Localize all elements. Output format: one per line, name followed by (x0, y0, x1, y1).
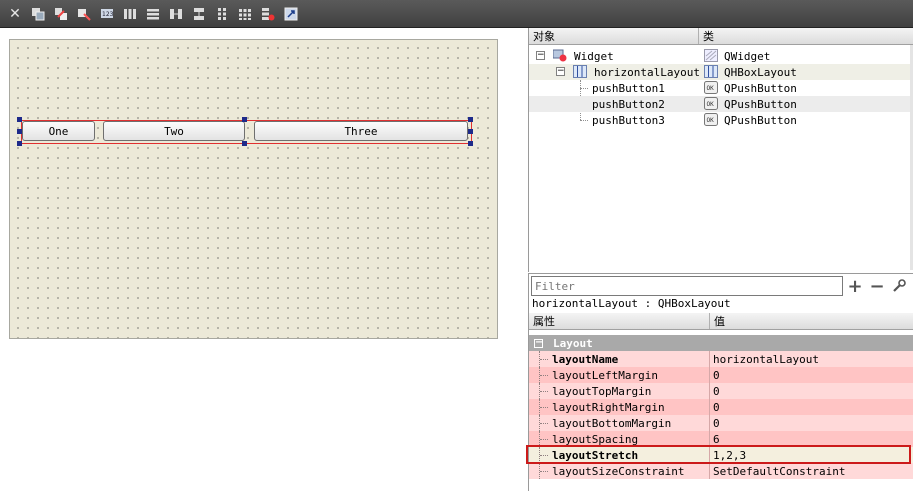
tree-item-widget[interactable]: − Widget QWidget (529, 48, 913, 64)
layout-vertical-icon[interactable] (142, 3, 164, 25)
push-button-one-label: One (48, 124, 69, 138)
tree-item-name: Widget (574, 49, 614, 63)
remove-dynamic-property-icon[interactable]: − (867, 276, 887, 297)
push-button-two-label: Two (164, 124, 184, 138)
property-editor-header: 属性 值 (529, 313, 913, 330)
adjust-size-icon[interactable] (280, 3, 302, 25)
property-name: layoutLeftMargin (529, 367, 710, 383)
push-button-two[interactable]: Two (103, 121, 245, 141)
pushbutton-icon: OK (704, 81, 718, 94)
pushbutton-icon: OK (704, 97, 718, 110)
selection-handle[interactable] (242, 117, 247, 122)
close-icon[interactable]: ✕ (4, 3, 26, 25)
tree-item-pushbutton1[interactable]: pushButton1 OK QPushButton (529, 80, 913, 96)
edit-buddies-icon[interactable] (73, 3, 95, 25)
property-value[interactable]: 0 (711, 367, 720, 383)
property-name: layoutBottomMargin (529, 415, 710, 431)
selection-handle[interactable] (468, 129, 473, 134)
widget-icon (553, 49, 567, 62)
edit-signals-slots-icon[interactable] (50, 3, 72, 25)
column-object[interactable]: 对象 (529, 28, 699, 44)
tree-item-class: QPushButton (724, 113, 797, 127)
add-dynamic-property-icon[interactable]: + (845, 276, 865, 297)
filter-input[interactable] (531, 276, 843, 296)
property-name: layoutRightMargin (529, 399, 710, 415)
break-layout-icon[interactable] (257, 3, 279, 25)
selection-handle[interactable] (17, 117, 22, 122)
column-value[interactable]: 值 (710, 313, 913, 329)
push-button-three[interactable]: Three (254, 121, 468, 141)
layout-horizontal-splitter-icon[interactable] (165, 3, 187, 25)
qwidget-icon (704, 49, 718, 62)
layout-form-icon[interactable] (211, 3, 233, 25)
property-name: layoutName (529, 351, 710, 367)
property-group-label: Layout (553, 336, 593, 350)
property-row-layoutleftmargin[interactable]: layoutLeftMargin 0 (529, 367, 913, 383)
pushbutton-icon: OK (704, 113, 718, 126)
svg-text:OK: OK (707, 117, 715, 124)
selection-handle[interactable] (242, 141, 247, 146)
property-name: layoutSizeConstraint (529, 463, 710, 479)
configure-wrench-icon[interactable] (889, 276, 909, 296)
property-row-layoutrightmargin[interactable]: layoutRightMargin 0 (529, 399, 913, 415)
tree-item-horizontallayout[interactable]: − horizontalLayout QHBoxLayout (529, 64, 913, 80)
push-button-one[interactable]: One (22, 121, 95, 141)
object-inspector-header: 对象 类 (529, 28, 913, 45)
property-value[interactable]: 0 (711, 415, 720, 431)
collapse-icon[interactable]: − (534, 337, 543, 348)
tree-item-name: pushButton1 (592, 81, 665, 95)
selection-handle[interactable] (17, 141, 22, 146)
tree-item-pushbutton3[interactable]: pushButton3 OK QPushButton (529, 112, 913, 128)
collapse-icon[interactable]: − (556, 67, 565, 76)
hbox-layout-icon (573, 65, 587, 78)
edit-tab-order-icon[interactable]: 123 (96, 3, 118, 25)
property-value[interactable]: horizontalLayout (711, 351, 819, 367)
selection-handle[interactable] (17, 129, 22, 134)
collapse-icon[interactable]: − (536, 51, 545, 60)
column-property[interactable]: 属性 (529, 313, 710, 329)
property-row-layouttopmargin[interactable]: layoutTopMargin 0 (529, 383, 913, 399)
svg-text:OK: OK (707, 101, 715, 108)
selection-handle[interactable] (468, 141, 473, 146)
property-value[interactable]: 0 (711, 399, 720, 415)
property-value[interactable]: 0 (711, 383, 720, 399)
column-class[interactable]: 类 (699, 28, 913, 44)
tree-item-pushbutton2[interactable]: pushButton2 OK QPushButton (529, 96, 913, 112)
selection-handle[interactable] (468, 117, 473, 122)
property-filter-bar: + − (528, 273, 913, 297)
edit-widgets-icon[interactable] (27, 3, 49, 25)
layout-vertical-splitter-icon[interactable] (188, 3, 210, 25)
svg-text:OK: OK (707, 85, 715, 92)
object-inspector: 对象 类 − Widget QWidget − horizontalLayout… (528, 28, 913, 272)
tree-item-class: QHBoxLayout (724, 65, 797, 79)
property-editor-title: horizontalLayout : QHBoxLayout (528, 297, 913, 313)
tree-item-class: QWidget (724, 49, 771, 63)
property-row-layoutbottommargin[interactable]: layoutBottomMargin 0 (529, 415, 913, 431)
tree-item-name: horizontalLayout (594, 65, 700, 79)
property-group-layout[interactable]: − Layout (529, 335, 913, 351)
push-button-three-label: Three (344, 124, 378, 138)
tree-item-class: QPushButton (724, 81, 797, 95)
property-value[interactable]: SetDefaultConstraint (711, 463, 845, 479)
svg-text:123: 123 (102, 11, 114, 18)
annotation-highlight-box (526, 445, 911, 464)
property-editor: 属性 值 − Layout layoutName horizontalLayou… (528, 313, 913, 491)
tree-item-name: pushButton3 (592, 113, 665, 127)
layout-horizontal-icon[interactable] (119, 3, 141, 25)
layout-grid-icon[interactable] (234, 3, 256, 25)
property-name: layoutTopMargin (529, 383, 710, 399)
property-row-layoutsizeconstraint[interactable]: layoutSizeConstraint SetDefaultConstrain… (529, 463, 913, 479)
property-row-layoutname[interactable]: layoutName horizontalLayout (529, 351, 913, 367)
hbox-layout-icon (704, 65, 718, 78)
tree-item-name: pushButton2 (592, 97, 665, 111)
form-editor-toolbar: ✕ 123 (0, 0, 913, 28)
tree-item-class: QPushButton (724, 97, 797, 111)
form-canvas[interactable] (9, 39, 498, 339)
